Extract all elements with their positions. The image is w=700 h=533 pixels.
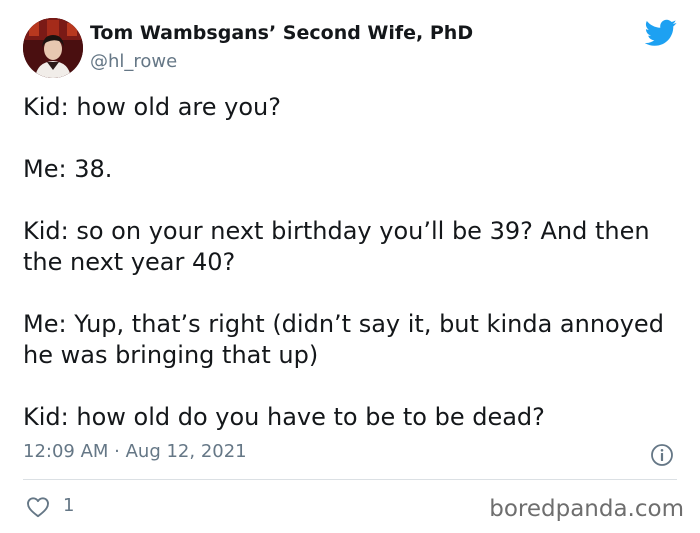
info-icon[interactable] [650, 443, 674, 467]
watermark: boredpanda.com [489, 496, 684, 522]
tweet-paragraph: Me: Yup, that’s right (didn’t say it, bu… [23, 310, 672, 369]
divider [23, 479, 677, 480]
avatar-photo [23, 18, 83, 78]
avatar[interactable] [23, 18, 83, 78]
author-handle[interactable]: @hl_rowe [90, 51, 177, 72]
tweet-paragraph: Kid: how old do you have to be to be dea… [23, 403, 545, 431]
tweet-timestamp[interactable]: 12:09 AM · Aug 12, 2021 [23, 441, 247, 462]
twitter-bird-icon[interactable] [645, 19, 677, 47]
tweet-card: Tom Wambsgans’ Second Wife, PhD @hl_rowe… [0, 0, 700, 533]
tweet-text: Kid: how old are you? Me: 38. Kid: so on… [23, 92, 683, 433]
tweet-paragraph: Kid: so on your next birthday you’ll be … [23, 217, 658, 276]
heart-icon[interactable] [26, 496, 50, 518]
tweet-paragraph: Kid: how old are you? [23, 93, 281, 121]
author-display-name[interactable]: Tom Wambsgans’ Second Wife, PhD [90, 22, 473, 44]
like-count: 1 [63, 495, 75, 516]
tweet-paragraph: Me: 38. [23, 155, 113, 183]
